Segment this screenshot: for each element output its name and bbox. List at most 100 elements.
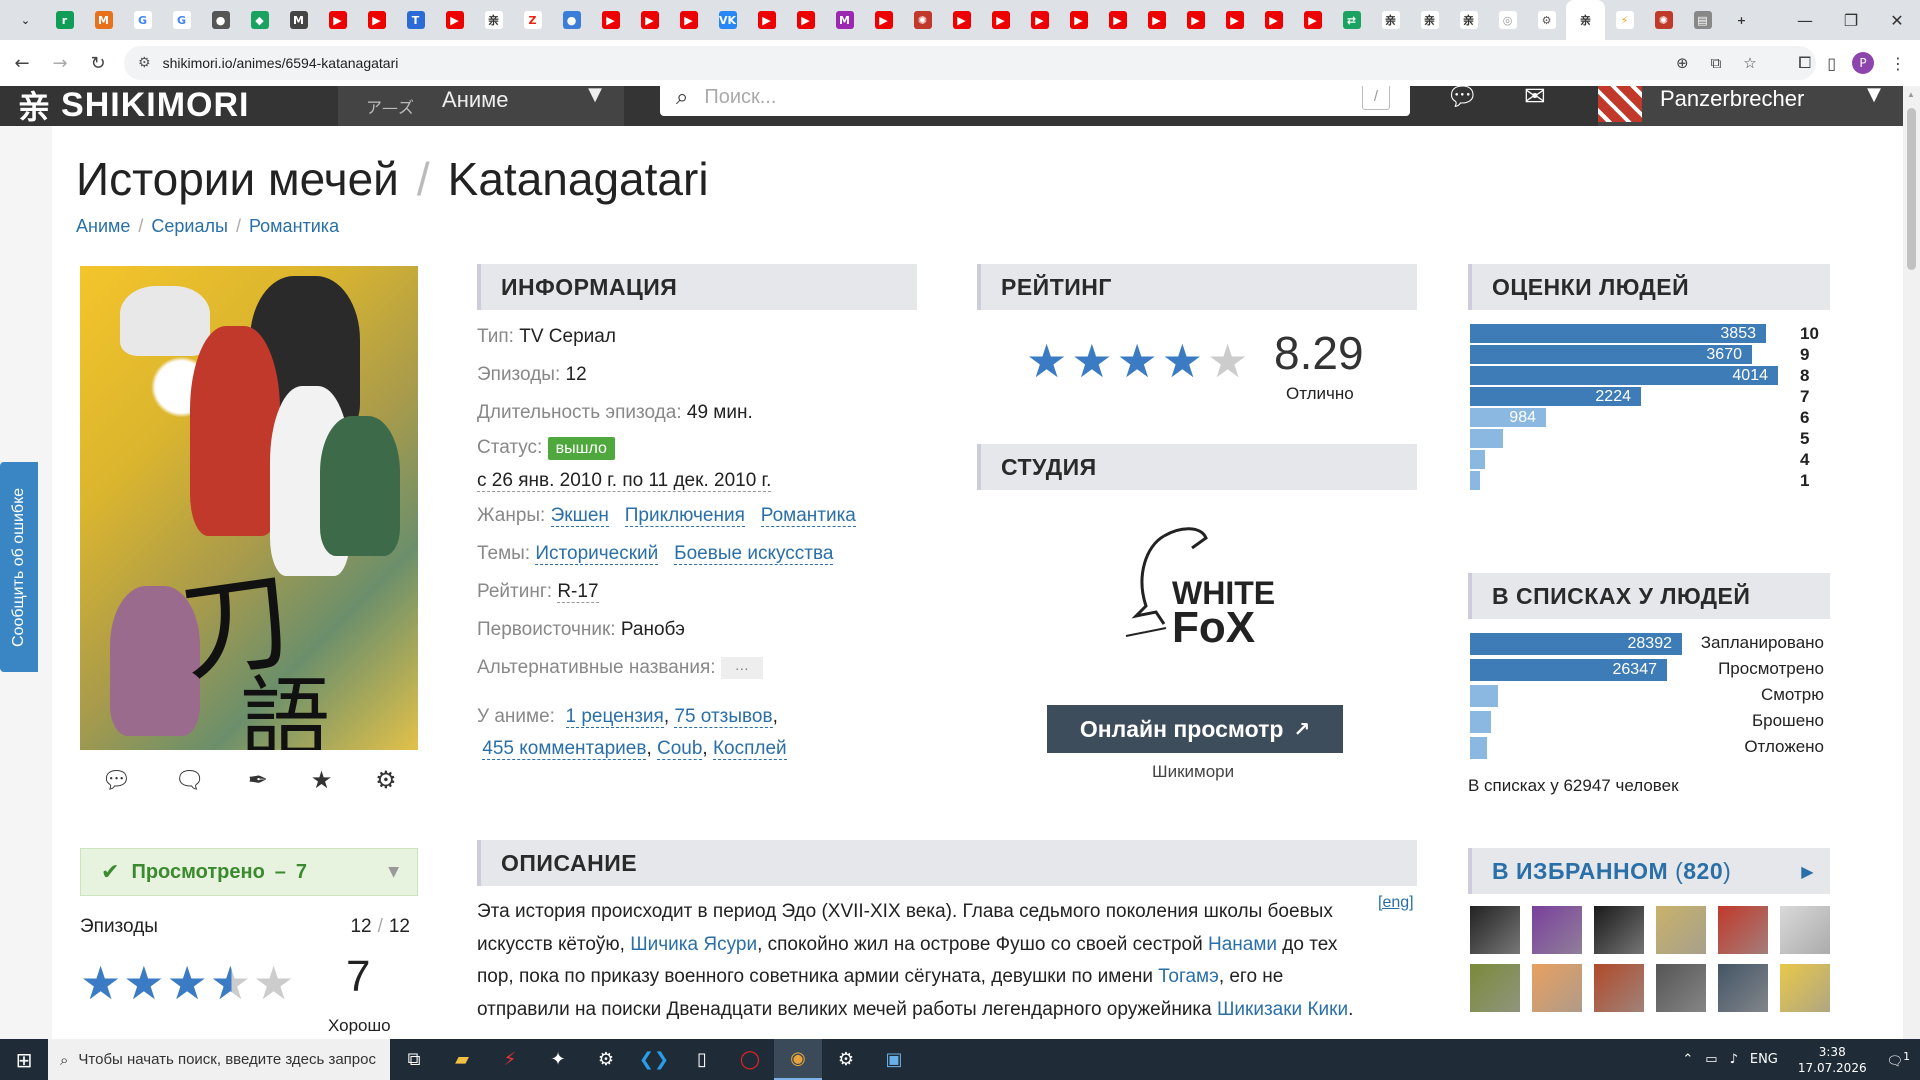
favourite-thumbnail[interactable]: [1780, 964, 1830, 1012]
site-logo[interactable]: 亲 SHIKIMORI: [18, 86, 249, 128]
tab-33[interactable]: ▶: [1293, 0, 1332, 40]
zoom-icon[interactable]: ⊕: [1676, 54, 1689, 72]
tab-30[interactable]: ▶: [1176, 0, 1215, 40]
tab-24[interactable]: ▶: [942, 0, 981, 40]
scroll-up-icon[interactable]: ▲: [1907, 90, 1915, 99]
favourite-star-icon[interactable]: ★: [311, 766, 333, 794]
tab-14[interactable]: ●: [552, 0, 591, 40]
tab-22[interactable]: ▶: [864, 0, 903, 40]
tab-10[interactable]: T: [396, 0, 435, 40]
tab-8[interactable]: ▶: [318, 0, 357, 40]
tab-37[interactable]: 亲: [1449, 0, 1488, 40]
coub-link[interactable]: Coub: [657, 738, 703, 760]
tab-28[interactable]: ▶: [1098, 0, 1137, 40]
favourite-thumbnail[interactable]: [1656, 964, 1706, 1012]
tab-31[interactable]: ▶: [1215, 0, 1254, 40]
clock[interactable]: 3:38 17.07.2026: [1798, 1044, 1867, 1076]
tab-9[interactable]: ▶: [357, 0, 396, 40]
mail-icon[interactable]: ✉: [1524, 86, 1546, 112]
chevron-down-icon[interactable]: ▼: [388, 864, 399, 880]
restore-icon[interactable]: ❐: [1828, 0, 1874, 40]
tab-25[interactable]: ▶: [981, 0, 1020, 40]
tab-40-active[interactable]: 亲: [1566, 0, 1605, 40]
review-quill-icon[interactable]: ✒: [248, 766, 268, 794]
reload-icon[interactable]: ↻: [82, 47, 114, 79]
theme-historical-link[interactable]: Исторический: [535, 543, 659, 565]
favourite-thumbnail[interactable]: [1470, 964, 1520, 1012]
tray-chevron-icon[interactable]: ⌃: [1682, 1052, 1693, 1067]
tab-4[interactable]: G: [162, 0, 201, 40]
app-icon[interactable]: ✦: [534, 1039, 582, 1080]
character-link[interactable]: Шичика Ясури: [630, 934, 757, 955]
favourite-thumbnail[interactable]: [1594, 964, 1644, 1012]
tab-38[interactable]: ◎: [1488, 0, 1527, 40]
user-score-stars[interactable]: ★★★★★: [80, 956, 296, 1010]
search-input[interactable]: Поиск...: [704, 86, 776, 109]
favourite-thumbnail[interactable]: [1656, 906, 1706, 954]
tab-20[interactable]: ▶: [786, 0, 825, 40]
app-icon[interactable]: ▣: [870, 1039, 918, 1080]
tab-26[interactable]: ▶: [1020, 0, 1059, 40]
genre-action-link[interactable]: Экшен: [550, 505, 609, 527]
close-icon[interactable]: ✕: [1874, 0, 1920, 40]
tab-5[interactable]: ●: [201, 0, 240, 40]
favourite-thumbnail[interactable]: [1594, 906, 1644, 954]
user-rate-status[interactable]: ✔ Просмотрено – 7 ▼: [80, 848, 418, 896]
anime-poster[interactable]: 刀 語: [80, 266, 418, 750]
favourite-thumbnail[interactable]: [1780, 906, 1830, 954]
discussion-icon[interactable]: 🗨︎: [175, 766, 205, 794]
character-link[interactable]: Шикизаки Кики: [1217, 999, 1348, 1020]
character-link[interactable]: Тогамэ: [1158, 966, 1219, 987]
browser-menu-icon[interactable]: ⋮: [1890, 54, 1906, 73]
star-icon[interactable]: ★: [167, 956, 210, 1010]
tab-39[interactable]: ⚙: [1527, 0, 1566, 40]
tab-29[interactable]: ▶: [1137, 0, 1176, 40]
tab-35[interactable]: 亲: [1371, 0, 1410, 40]
favourite-thumbnail[interactable]: [1532, 964, 1582, 1012]
scrollbar-thumb[interactable]: [1907, 108, 1916, 270]
settings-icon[interactable]: ⚙: [822, 1039, 870, 1080]
alt-names-expand-button[interactable]: ···: [720, 656, 763, 679]
breadcrumb-romance[interactable]: Романтика: [249, 216, 339, 236]
tab-2[interactable]: M: [84, 0, 123, 40]
report-error-button[interactable]: Сообщить об ошибке: [0, 462, 38, 672]
tab-13[interactable]: Z: [513, 0, 552, 40]
critiques-link[interactable]: 75 отзывов: [674, 706, 773, 728]
chat-icon[interactable]: 💬︎: [1446, 86, 1479, 112]
user-menu[interactable]: Panzerbrecher ▼: [1598, 86, 1903, 126]
address-bar[interactable]: ⚙ shikimori.io/animes/6594-katanagatari: [124, 46, 1816, 80]
favourite-thumbnail[interactable]: [1532, 906, 1582, 954]
page-scrollbar[interactable]: ▲: [1903, 86, 1920, 1039]
app-icon[interactable]: ⚙: [582, 1039, 630, 1080]
tab-43[interactable]: ▤: [1683, 0, 1722, 40]
tab-42[interactable]: ✺: [1644, 0, 1683, 40]
vscode-icon[interactable]: ❮❯: [630, 1039, 678, 1080]
tab-32[interactable]: ▶: [1254, 0, 1293, 40]
forward-icon[interactable]: →: [44, 47, 76, 79]
favourite-thumbnail[interactable]: [1718, 906, 1768, 954]
favourite-thumbnail[interactable]: [1470, 906, 1520, 954]
tab-6[interactable]: ◆: [240, 0, 279, 40]
tab-3[interactable]: G: [123, 0, 162, 40]
language-indicator[interactable]: ENG: [1750, 1052, 1778, 1067]
air-dates[interactable]: с 26 янв. 2010 г. по 11 дек. 2010 г.: [477, 470, 772, 492]
breadcrumb-series[interactable]: Сериалы: [151, 216, 228, 236]
tab-15[interactable]: ▶: [591, 0, 630, 40]
tab-36[interactable]: 亲: [1410, 0, 1449, 40]
tab-41[interactable]: ⚡: [1605, 0, 1644, 40]
star-icon[interactable]: ★: [80, 956, 123, 1010]
favourite-thumbnail[interactable]: [1718, 964, 1768, 1012]
network-icon[interactable]: ▭: [1705, 1052, 1717, 1067]
tab-11[interactable]: ▶: [435, 0, 474, 40]
comments-icon[interactable]: 💬︎: [101, 766, 131, 794]
profile-avatar[interactable]: P: [1852, 52, 1874, 74]
chrome-icon[interactable]: ◉: [774, 1039, 822, 1080]
extensions-icon[interactable]: ⧠: [1798, 53, 1811, 73]
cosplay-link[interactable]: Косплей: [712, 738, 787, 760]
site-info-icon[interactable]: ⚙: [138, 55, 151, 71]
file-explorer-icon[interactable]: ▰: [438, 1039, 486, 1080]
theme-martial-arts-link[interactable]: Боевые искусства: [674, 543, 834, 565]
tab-23[interactable]: ✺: [903, 0, 942, 40]
new-tab[interactable]: +: [1722, 0, 1761, 40]
breadcrumb-anime[interactable]: Аниме: [76, 216, 130, 236]
